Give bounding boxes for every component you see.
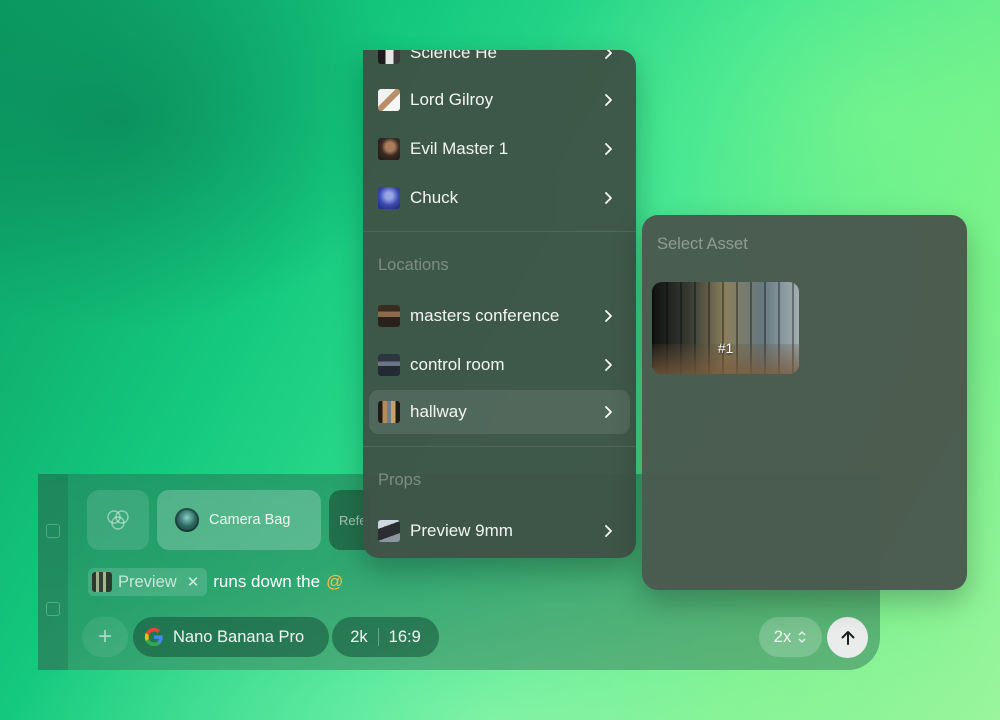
location-thumbnail-icon (378, 354, 400, 376)
count-value: 2x (773, 627, 792, 646)
count-selector[interactable]: 2x (759, 617, 822, 657)
chevron-right-icon (605, 192, 612, 204)
add-button[interactable]: + (82, 617, 128, 657)
model-selector[interactable]: Nano Banana Pro (133, 617, 329, 657)
menu-item-masters-conference[interactable]: masters conference (369, 294, 630, 338)
mention-menu: Science He Lord Gilroy Evil Master 1 Chu… (363, 50, 636, 558)
model-name: Nano Banana Pro (173, 627, 305, 646)
mention-trigger: @ (326, 572, 344, 591)
chevron-right-icon (605, 359, 612, 371)
asset-card[interactable]: #1 (652, 282, 799, 374)
prompt-input[interactable]: Preview ✕ runs down the @ (88, 566, 343, 598)
location-thumbnail-icon (378, 305, 400, 327)
reference-chip-camera-bag[interactable]: Camera Bag (157, 490, 321, 550)
chevron-right-icon (605, 94, 612, 106)
menu-item-label: Lord Gilroy (410, 90, 494, 109)
composer-side-rail (38, 474, 68, 670)
panel-title: Select Asset (657, 235, 748, 253)
remove-mention-icon[interactable]: ✕ (187, 573, 200, 591)
character-thumbnail-icon (378, 89, 400, 111)
preview-thumbnail-icon (92, 572, 112, 592)
section-header-props: Props (378, 471, 422, 489)
menu-item-label: Chuck (410, 188, 459, 207)
prop-thumbnail-icon (378, 520, 400, 542)
chevron-right-icon (605, 310, 612, 322)
faded-tool-icon (46, 524, 60, 538)
menu-item-label: hallway (410, 402, 467, 421)
mention-label: Preview (118, 572, 177, 591)
chevron-right-icon (605, 406, 612, 418)
section-header-locations: Locations (378, 256, 449, 274)
resolution-value: 2k (350, 627, 368, 646)
faded-tool-icon (46, 602, 60, 616)
prompt-text: runs down the (213, 572, 321, 591)
divider (377, 628, 379, 646)
output-settings[interactable]: 2k 16:9 (332, 617, 439, 657)
google-logo-icon (144, 627, 163, 647)
reference-chip-circles[interactable] (87, 490, 149, 550)
send-button[interactable] (827, 617, 868, 658)
arrow-up-icon (841, 630, 854, 645)
menu-item-label: control room (410, 355, 505, 374)
location-thumbnail-icon (378, 401, 400, 423)
menu-item-label: Preview 9mm (410, 521, 513, 540)
select-asset-panel: Select Asset #1 (642, 215, 967, 590)
menu-item-chuck[interactable]: Chuck (369, 176, 630, 220)
asset-label: #1 (717, 340, 734, 356)
mention-tag-preview[interactable]: Preview ✕ (88, 568, 208, 596)
menu-item-label: masters conference (410, 306, 560, 325)
menu-item-control-room[interactable]: control room (369, 343, 630, 387)
chip-label: Camera Bag (209, 512, 291, 528)
menu-item-hallway[interactable]: hallway (369, 390, 630, 434)
menu-divider (363, 231, 636, 232)
menu-item-preview-9mm[interactable]: Preview 9mm (369, 509, 630, 553)
character-thumbnail-icon (378, 138, 400, 160)
camera-bag-avatar (175, 508, 199, 532)
chevron-right-icon (605, 50, 612, 59)
aspect-ratio-value: 16:9 (388, 627, 421, 646)
menu-item-lord-gilroy[interactable]: Lord Gilroy (369, 78, 630, 122)
plus-icon: + (97, 623, 112, 650)
chevron-right-icon (605, 143, 612, 155)
circles-icon (107, 510, 129, 530)
menu-item-label: Evil Master 1 (410, 139, 509, 158)
chevron-right-icon (605, 525, 612, 537)
menu-item-evil-master-1[interactable]: Evil Master 1 (369, 127, 630, 171)
menu-item-science-he[interactable]: Science He (369, 50, 630, 75)
menu-divider (363, 446, 636, 447)
character-thumbnail-icon (378, 187, 400, 209)
character-thumbnail-icon (378, 50, 400, 64)
menu-item-label: Science He (410, 50, 497, 62)
chevron-updown-icon (798, 631, 806, 643)
